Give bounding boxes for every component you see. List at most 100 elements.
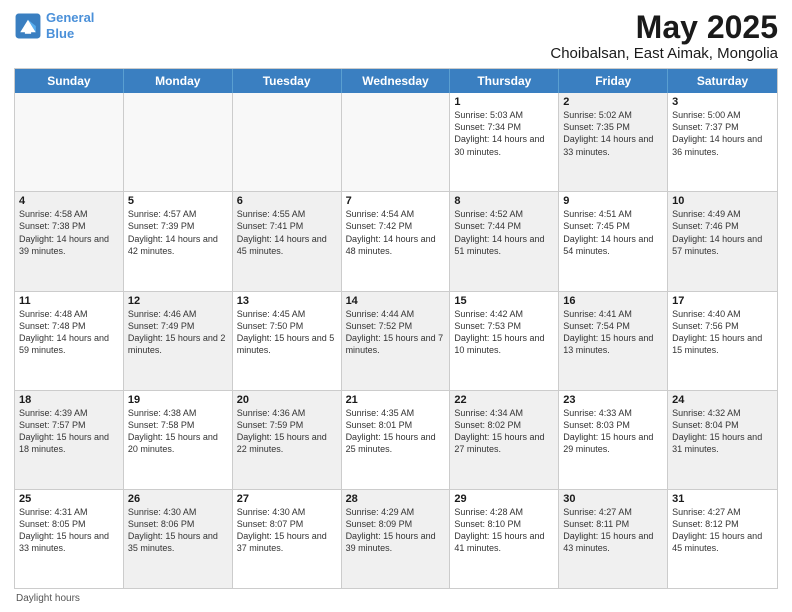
calendar-week-5: 25Sunrise: 4:31 AM Sunset: 8:05 PM Dayli… [15, 489, 777, 588]
header-day-wednesday: Wednesday [342, 69, 451, 93]
day-info-20: Sunrise: 4:36 AM Sunset: 7:59 PM Dayligh… [237, 407, 337, 456]
day-number-24: 24 [672, 394, 773, 406]
calendar-day-11: 11Sunrise: 4:48 AM Sunset: 7:48 PM Dayli… [15, 292, 124, 390]
calendar-day-6: 6Sunrise: 4:55 AM Sunset: 7:41 PM Daylig… [233, 192, 342, 290]
day-info-7: Sunrise: 4:54 AM Sunset: 7:42 PM Dayligh… [346, 208, 446, 257]
day-number-1: 1 [454, 96, 554, 108]
day-info-19: Sunrise: 4:38 AM Sunset: 7:58 PM Dayligh… [128, 407, 228, 456]
footer-note: Daylight hours [14, 593, 778, 604]
day-info-2: Sunrise: 5:02 AM Sunset: 7:35 PM Dayligh… [563, 109, 663, 158]
page: General Blue May 2025 Choibalsan, East A… [0, 0, 792, 612]
day-info-22: Sunrise: 4:34 AM Sunset: 8:02 PM Dayligh… [454, 407, 554, 456]
day-info-13: Sunrise: 4:45 AM Sunset: 7:50 PM Dayligh… [237, 308, 337, 357]
calendar-day-22: 22Sunrise: 4:34 AM Sunset: 8:02 PM Dayli… [450, 391, 559, 489]
logo-text: General Blue [46, 10, 94, 41]
day-info-18: Sunrise: 4:39 AM Sunset: 7:57 PM Dayligh… [19, 407, 119, 456]
day-number-5: 5 [128, 195, 228, 207]
calendar-week-2: 4Sunrise: 4:58 AM Sunset: 7:38 PM Daylig… [15, 191, 777, 290]
day-number-8: 8 [454, 195, 554, 207]
calendar-day-27: 27Sunrise: 4:30 AM Sunset: 8:07 PM Dayli… [233, 490, 342, 588]
day-number-3: 3 [672, 96, 773, 108]
header-day-saturday: Saturday [668, 69, 777, 93]
calendar-header: SundayMondayTuesdayWednesdayThursdayFrid… [15, 69, 777, 93]
day-number-14: 14 [346, 295, 446, 307]
calendar-day-5: 5Sunrise: 4:57 AM Sunset: 7:39 PM Daylig… [124, 192, 233, 290]
day-number-13: 13 [237, 295, 337, 307]
day-number-28: 28 [346, 493, 446, 505]
day-number-30: 30 [563, 493, 663, 505]
day-info-21: Sunrise: 4:35 AM Sunset: 8:01 PM Dayligh… [346, 407, 446, 456]
calendar-day-14: 14Sunrise: 4:44 AM Sunset: 7:52 PM Dayli… [342, 292, 451, 390]
day-info-11: Sunrise: 4:48 AM Sunset: 7:48 PM Dayligh… [19, 308, 119, 357]
calendar-cell-empty [233, 93, 342, 191]
calendar-day-1: 1Sunrise: 5:03 AM Sunset: 7:34 PM Daylig… [450, 93, 559, 191]
calendar-day-3: 3Sunrise: 5:00 AM Sunset: 7:37 PM Daylig… [668, 93, 777, 191]
calendar-day-16: 16Sunrise: 4:41 AM Sunset: 7:54 PM Dayli… [559, 292, 668, 390]
calendar-day-21: 21Sunrise: 4:35 AM Sunset: 8:01 PM Dayli… [342, 391, 451, 489]
calendar-cell-empty [15, 93, 124, 191]
calendar-day-23: 23Sunrise: 4:33 AM Sunset: 8:03 PM Dayli… [559, 391, 668, 489]
main-title: May 2025 [550, 10, 778, 45]
logo-icon [14, 12, 42, 40]
calendar-day-10: 10Sunrise: 4:49 AM Sunset: 7:46 PM Dayli… [668, 192, 777, 290]
day-info-24: Sunrise: 4:32 AM Sunset: 8:04 PM Dayligh… [672, 407, 773, 456]
logo: General Blue [14, 10, 94, 41]
day-info-28: Sunrise: 4:29 AM Sunset: 8:09 PM Dayligh… [346, 506, 446, 555]
calendar-day-7: 7Sunrise: 4:54 AM Sunset: 7:42 PM Daylig… [342, 192, 451, 290]
calendar-day-12: 12Sunrise: 4:46 AM Sunset: 7:49 PM Dayli… [124, 292, 233, 390]
header: General Blue May 2025 Choibalsan, East A… [14, 10, 778, 62]
day-info-27: Sunrise: 4:30 AM Sunset: 8:07 PM Dayligh… [237, 506, 337, 555]
day-number-27: 27 [237, 493, 337, 505]
subtitle: Choibalsan, East Aimak, Mongolia [550, 45, 778, 62]
day-number-20: 20 [237, 394, 337, 406]
day-info-31: Sunrise: 4:27 AM Sunset: 8:12 PM Dayligh… [672, 506, 773, 555]
day-number-19: 19 [128, 394, 228, 406]
calendar-day-9: 9Sunrise: 4:51 AM Sunset: 7:45 PM Daylig… [559, 192, 668, 290]
calendar-day-19: 19Sunrise: 4:38 AM Sunset: 7:58 PM Dayli… [124, 391, 233, 489]
day-number-31: 31 [672, 493, 773, 505]
day-number-12: 12 [128, 295, 228, 307]
calendar-day-18: 18Sunrise: 4:39 AM Sunset: 7:57 PM Dayli… [15, 391, 124, 489]
calendar-day-30: 30Sunrise: 4:27 AM Sunset: 8:11 PM Dayli… [559, 490, 668, 588]
day-number-16: 16 [563, 295, 663, 307]
day-number-11: 11 [19, 295, 119, 307]
day-info-15: Sunrise: 4:42 AM Sunset: 7:53 PM Dayligh… [454, 308, 554, 357]
day-number-22: 22 [454, 394, 554, 406]
day-info-25: Sunrise: 4:31 AM Sunset: 8:05 PM Dayligh… [19, 506, 119, 555]
logo-line1: General [46, 10, 94, 25]
day-info-29: Sunrise: 4:28 AM Sunset: 8:10 PM Dayligh… [454, 506, 554, 555]
day-info-23: Sunrise: 4:33 AM Sunset: 8:03 PM Dayligh… [563, 407, 663, 456]
day-number-10: 10 [672, 195, 773, 207]
calendar-day-26: 26Sunrise: 4:30 AM Sunset: 8:06 PM Dayli… [124, 490, 233, 588]
calendar-week-4: 18Sunrise: 4:39 AM Sunset: 7:57 PM Dayli… [15, 390, 777, 489]
day-info-1: Sunrise: 5:03 AM Sunset: 7:34 PM Dayligh… [454, 109, 554, 158]
day-info-9: Sunrise: 4:51 AM Sunset: 7:45 PM Dayligh… [563, 208, 663, 257]
header-day-tuesday: Tuesday [233, 69, 342, 93]
header-day-thursday: Thursday [450, 69, 559, 93]
calendar-week-3: 11Sunrise: 4:48 AM Sunset: 7:48 PM Dayli… [15, 291, 777, 390]
calendar-day-15: 15Sunrise: 4:42 AM Sunset: 7:53 PM Dayli… [450, 292, 559, 390]
calendar-cell-empty [124, 93, 233, 191]
day-number-6: 6 [237, 195, 337, 207]
title-block: May 2025 Choibalsan, East Aimak, Mongoli… [550, 10, 778, 62]
day-info-6: Sunrise: 4:55 AM Sunset: 7:41 PM Dayligh… [237, 208, 337, 257]
day-number-23: 23 [563, 394, 663, 406]
day-info-14: Sunrise: 4:44 AM Sunset: 7:52 PM Dayligh… [346, 308, 446, 357]
day-number-9: 9 [563, 195, 663, 207]
day-number-17: 17 [672, 295, 773, 307]
day-info-10: Sunrise: 4:49 AM Sunset: 7:46 PM Dayligh… [672, 208, 773, 257]
day-number-2: 2 [563, 96, 663, 108]
calendar-cell-empty [342, 93, 451, 191]
day-number-18: 18 [19, 394, 119, 406]
calendar-day-24: 24Sunrise: 4:32 AM Sunset: 8:04 PM Dayli… [668, 391, 777, 489]
calendar-day-25: 25Sunrise: 4:31 AM Sunset: 8:05 PM Dayli… [15, 490, 124, 588]
day-number-4: 4 [19, 195, 119, 207]
day-number-26: 26 [128, 493, 228, 505]
calendar: SundayMondayTuesdayWednesdayThursdayFrid… [14, 68, 778, 589]
day-info-26: Sunrise: 4:30 AM Sunset: 8:06 PM Dayligh… [128, 506, 228, 555]
day-number-7: 7 [346, 195, 446, 207]
calendar-week-1: 1Sunrise: 5:03 AM Sunset: 7:34 PM Daylig… [15, 93, 777, 191]
day-info-30: Sunrise: 4:27 AM Sunset: 8:11 PM Dayligh… [563, 506, 663, 555]
calendar-day-17: 17Sunrise: 4:40 AM Sunset: 7:56 PM Dayli… [668, 292, 777, 390]
calendar-day-31: 31Sunrise: 4:27 AM Sunset: 8:12 PM Dayli… [668, 490, 777, 588]
